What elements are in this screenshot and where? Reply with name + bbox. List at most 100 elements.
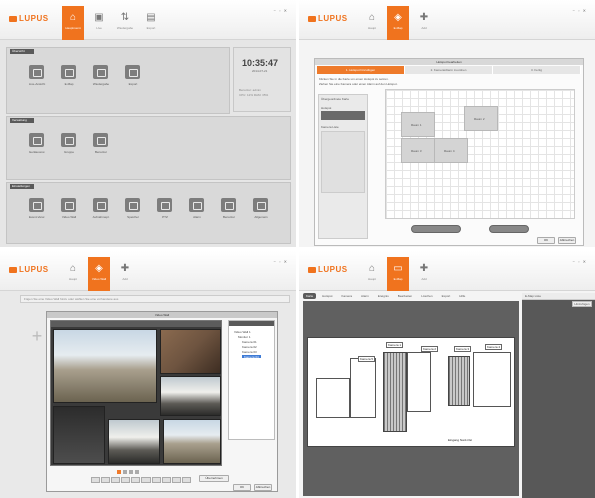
cancel-button[interactable]: Abbrechen — [558, 237, 576, 244]
section-title: Verwaltung — [10, 118, 34, 123]
tab-event[interactable]: Ereignis — [375, 293, 392, 299]
tile-general[interactable] — [253, 198, 268, 212]
floor-room — [316, 378, 350, 418]
wizard-steps: 1. Hotspot hinzufügen 2. Kamera/Alarm zu… — [317, 66, 581, 74]
section-title: Einstellungen — [10, 184, 34, 189]
clock-panel: 10:35:47 2014-07-21 Benutzer: admin CPU:… — [233, 47, 291, 112]
camera-view[interactable] — [163, 419, 221, 464]
tree-item[interactable]: Kamera 02 — [242, 345, 257, 349]
tab-map[interactable]: Karte — [303, 293, 317, 299]
step-assign[interactable]: 2. Kamera/Alarm zuordnen — [405, 66, 493, 74]
floor-plan[interactable]: Kamera 1 Kamera 2 Kamera 3 Kamera 4 Kame… — [307, 337, 515, 447]
window-title: Video Wall — [47, 312, 277, 318]
add-button[interactable]: Hinzufügen — [572, 301, 592, 307]
map-room[interactable]: Raum 3 — [401, 138, 435, 163]
cancel-button[interactable]: Abbrechen — [254, 484, 272, 491]
camera-label[interactable]: Kamera 4 — [485, 344, 503, 350]
tree-item[interactable]: Kamera 01 — [242, 340, 257, 344]
nav-item-home[interactable]: ⌂ Haupt — [361, 6, 383, 40]
emap-screen: LUPUS ⌂ Haupt ▭ E-Map ✚ Add − ▫ ✕ Karte … — [299, 251, 595, 498]
clock-date: 2014-07-21 — [252, 69, 268, 73]
nav-item-emap[interactable]: ▭ E-Map — [387, 257, 409, 291]
camera-label[interactable]: Kamera 3 — [454, 346, 472, 352]
nav-item-live[interactable]: ▣ Live — [88, 6, 110, 40]
zoom-controls[interactable] — [411, 225, 461, 233]
apply-button[interactable]: Übernehmen — [199, 475, 229, 482]
tile-device-management[interactable] — [29, 133, 44, 147]
map-room[interactable]: Raum 4 — [434, 138, 468, 163]
tile-ptz[interactable] — [157, 198, 172, 212]
tile-alarm[interactable] — [189, 198, 204, 212]
tile-storage[interactable] — [125, 198, 140, 212]
map-room[interactable]: Raum 1 — [401, 112, 435, 137]
nav-item-add[interactable]: ✚ Add — [413, 257, 435, 291]
camera-view[interactable] — [108, 419, 160, 464]
step-add-hotspot[interactable]: 1. Hotspot hinzufügen — [317, 66, 405, 74]
tile-videowall[interactable] — [61, 198, 76, 212]
add-videowall-icon[interactable]: + — [28, 327, 46, 345]
section-title: Übersicht — [10, 49, 34, 54]
nav-item-emap[interactable]: ◈ E-Map — [387, 6, 409, 40]
nav-item-export[interactable]: ▤ Export — [140, 6, 162, 40]
home-icon: ⌂ — [368, 12, 376, 23]
ok-button[interactable]: OK — [537, 237, 555, 244]
map-view[interactable]: Kamera 1 Kamera 2 Kamera 3 Kamera 4 Kame… — [303, 301, 519, 496]
tab-delete[interactable]: Löschen — [418, 293, 435, 299]
tile-live-view[interactable] — [29, 65, 44, 79]
tab-camera[interactable]: Kamera — [339, 293, 356, 299]
window-controls[interactable]: − ▫ ✕ — [573, 259, 587, 264]
tile-schedule[interactable] — [93, 198, 108, 212]
camera-view[interactable] — [160, 376, 221, 416]
tree-item-selected[interactable]: Kamera 04 — [242, 355, 261, 359]
tab-help[interactable]: Hilfe — [456, 293, 468, 299]
camera-view[interactable] — [53, 329, 157, 403]
tile-group[interactable] — [61, 133, 76, 147]
top-nav-bar: LUPUS ⌂ Haupt ▭ E-Map ✚ Add − ▫ ✕ — [299, 251, 595, 291]
tree-item[interactable]: Monitor 1 — [238, 335, 251, 339]
window-controls[interactable]: − ▫ ✕ — [274, 8, 288, 13]
camera-label[interactable]: Kamera 2 — [421, 346, 439, 352]
camera-view[interactable] — [53, 406, 105, 464]
floor-room — [473, 352, 511, 407]
main-nav: ⌂ Haupt ▭ E-Map ✚ Add — [361, 257, 435, 291]
map-canvas[interactable]: Raum 1 Raum 2 Raum 3 Raum 4 — [385, 89, 575, 219]
page-indicator[interactable] — [117, 470, 139, 474]
tile-event[interactable] — [29, 198, 44, 212]
nav-item-wiedergabe[interactable]: ⇅ Wiedergabe — [114, 6, 136, 40]
step-finish[interactable]: 3. Fertig — [493, 66, 581, 74]
camera-label[interactable]: Kamera 5 — [358, 356, 376, 362]
tab-alarm[interactable]: Alarm — [358, 293, 372, 299]
brand-logo: LUPUS — [308, 14, 348, 23]
window-controls[interactable]: − ▫ ✕ — [274, 259, 288, 264]
tab-edit[interactable]: Bearbeiten — [395, 293, 416, 299]
map-room[interactable]: Raum 2 — [464, 106, 498, 131]
nav-item-videowall[interactable]: ◈ Video Wall — [88, 257, 110, 291]
videowall-icon: ◈ — [95, 263, 103, 274]
camera-view[interactable] — [160, 329, 221, 374]
camera-label[interactable]: Kamera 1 — [386, 342, 404, 348]
tree-header — [229, 321, 274, 326]
nav-item-home[interactable]: ⌂ Haupt — [361, 257, 383, 291]
layout-toolbar[interactable] — [91, 477, 191, 483]
tile-export[interactable] — [125, 65, 140, 79]
tab-hotspot[interactable]: Hotspot — [319, 293, 335, 299]
map-tools[interactable] — [489, 225, 529, 233]
nav-item-add[interactable]: ✚ Add — [114, 257, 136, 291]
tile-users-settings[interactable] — [221, 198, 236, 212]
tile-playback[interactable] — [93, 65, 108, 79]
tree-item[interactable]: Kamera 03 — [242, 350, 257, 354]
hotspot-field[interactable] — [321, 111, 365, 120]
plus-icon: ✚ — [419, 263, 429, 274]
nav-item-home[interactable]: ⌂ Haupt — [62, 257, 84, 291]
home-icon: ⌂ — [69, 263, 77, 274]
tile-user[interactable] — [93, 133, 108, 147]
tile-emap[interactable] — [61, 65, 76, 79]
camera-list[interactable] — [321, 131, 365, 193]
window-controls[interactable]: − ▫ ✕ — [573, 8, 587, 13]
nav-item-hauptmenu[interactable]: ⌂ Hauptmenü — [62, 6, 84, 40]
hotspot-editor-screen: LUPUS ⌂ Haupt ◈ E-Map ✚ Add − ▫ ✕ Hotspo… — [299, 0, 595, 247]
ok-button[interactable]: OK — [233, 484, 251, 491]
tree-item[interactable]: Video Wall 1 — [234, 330, 251, 334]
nav-item-add[interactable]: ✚ Add — [413, 6, 435, 40]
tab-export[interactable]: Export — [439, 293, 454, 299]
